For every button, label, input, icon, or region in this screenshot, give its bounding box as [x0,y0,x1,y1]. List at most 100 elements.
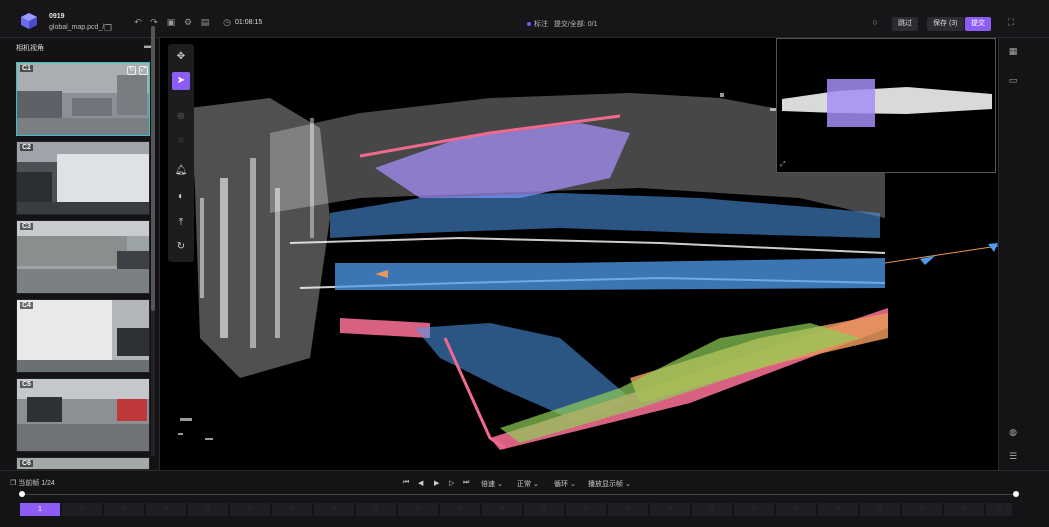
camera-c4-image [17,300,149,372]
timeline-end-handle[interactable] [1013,491,1019,497]
frame-cell[interactable]: ◌ [104,503,144,516]
camera-label: C4 [20,302,33,309]
frame-cell[interactable]: ◌ [188,503,228,516]
camera-thumb-c4[interactable]: C4 [16,299,150,373]
camera-thumb-c5[interactable]: C5 [16,378,150,452]
settings-gear-icon[interactable]: ⚙ [183,17,193,27]
contrast-icon[interactable]: ◐ [172,188,190,206]
expand-minimap-icon[interactable]: ⤢ [780,161,786,169]
camera-thumb-c6[interactable]: C6 [16,457,150,470]
loop-label: 循环 [554,481,568,488]
speed-label: 倍速 [481,481,495,488]
rotate-icon[interactable]: ↻ [127,66,136,75]
frame-value: 1/24 [41,480,55,487]
loop-select[interactable]: 循环 ⌄ [554,479,576,489]
frame-cell[interactable]: ◌ [146,503,186,516]
minimap-viewport[interactable] [827,79,875,127]
save-disk-icon[interactable]: ▣ [166,17,176,27]
frame-counter: ❐ 当前帧 1/24 [10,478,55,488]
frame-cell[interactable]: ◌ [608,503,648,516]
camera-c5-image [17,379,149,451]
document-icon[interactable]: ▤ [200,17,210,27]
status-dot-icon [527,22,531,27]
frame-cell[interactable]: ◌ [524,503,564,516]
frame-cell[interactable]: ◌ [734,503,774,516]
frame-cell[interactable]: ◌ [440,503,480,516]
frame-cell[interactable]: ◌ [356,503,396,516]
zoom-in-icon[interactable]: ⊕ [172,108,190,126]
skip-button[interactable]: 跳过 [892,17,918,31]
display-select[interactable]: 播放显示帧 ⌄ [588,479,631,489]
mode-select[interactable]: 正常 ⌄ [517,479,539,489]
display-label: 播放显示帧 [588,481,623,488]
status-label: 标注 [534,21,548,28]
timeline-start-handle[interactable] [19,491,25,497]
grid-icon[interactable]: ▦ [1007,45,1019,57]
monitor-icon[interactable]: ▭ [1007,74,1019,86]
camera-label: C2 [20,144,33,151]
select-arrow-icon[interactable]: ➤ [172,72,190,90]
progress-label: 提交/全部: [553,21,586,28]
rotate-3d-icon[interactable]: ✥ [172,48,190,66]
camera-label: C1 [20,65,33,72]
top-bar: 0919 global_map.pcd_/ ❐ ↶ ↷ ▣ ⚙ ▤ ◷ 01:0… [0,0,1049,38]
mode-label: 正常 [517,481,531,488]
timer: 01:08:15 [235,19,263,26]
submit-button[interactable]: 提交 [965,17,991,31]
refresh-icon[interactable]: ↻ [172,238,190,256]
frame-cell[interactable]: ◌ [902,503,942,516]
speed-select[interactable]: 倍速 ⌄ [481,479,503,489]
camera-label: C3 [20,223,33,230]
camera-scrollbar-thumb[interactable] [151,26,155,311]
camera-thumb-c1[interactable]: C1 ↻ ⤢ [16,62,150,136]
camera-thumb-c2[interactable]: C2 [16,141,150,215]
upload-icon[interactable]: ⤒ [172,214,190,232]
skip-start-icon[interactable]: ⏮ [403,479,409,487]
frame-cell[interactable]: ◌ [650,503,690,516]
frame-cell[interactable]: ◌ [314,503,354,516]
camera-label: C5 [20,381,33,388]
frame-cell[interactable]: ◌ [230,503,270,516]
fullscreen-icon[interactable]: ⛶ [1006,17,1016,27]
frame-cell[interactable]: ◌ [776,503,816,516]
progress-value: 0/1 [587,21,598,28]
frame-icon: ❐ [10,480,17,487]
zoom-out-icon[interactable]: ○ [172,132,190,150]
camera-c3-image [17,221,149,293]
frame-cell[interactable]: ◌ [692,503,732,516]
panel-title: 相机视角 [16,45,44,52]
palette-icon[interactable]: ◍ [1007,426,1019,438]
layers-icon[interactable]: ☰ [1007,450,1019,462]
frame-cell[interactable]: ◌ [398,503,438,516]
camera-label: C6 [20,460,33,467]
timeline-track[interactable] [22,494,1016,495]
save-button[interactable]: 保存 (3) [927,17,964,31]
frame-cell[interactable]: ◌ [62,503,102,516]
frame-strip: 1 ◌ ◌ ◌ ◌ ◌ ◌ ◌ ◌ ◌ ◌ ◌ ◌ ◌ ◌ ◌ ◌ ◌ ◌ ◌ … [20,503,1014,516]
bell-icon[interactable]: 🔔︎ [172,162,190,180]
frame-cell[interactable]: ◌ [860,503,900,516]
search-icon[interactable]: ○ [870,17,880,27]
expand-icon[interactable]: ⤢ [139,66,148,75]
undo-icon[interactable]: ↶ [133,17,143,27]
vertical-toolbar: ✥ ➤ ⊕ ○ 🔔︎ ◐ ⤒ ↻ [168,44,194,262]
camera-c6-image [17,458,149,469]
right-rail [998,38,1049,470]
frame-cell[interactable]: ◌ [818,503,858,516]
step-back-icon[interactable]: ◀ [418,479,423,487]
file-name: global_map.pcd_/ [49,24,105,31]
clock-icon: ◷ [223,17,231,27]
frame-cell[interactable]: ◌ [566,503,606,516]
frame-cell[interactable]: ◌ [986,503,1012,516]
frame-cell[interactable]: ◌ [272,503,312,516]
minimap[interactable]: ⤢ [776,38,996,173]
cube-logo-icon [21,13,37,29]
frame-cell[interactable]: ◌ [944,503,984,516]
step-forward-icon[interactable]: ▷ [449,479,454,487]
skip-end-icon[interactable]: ⏭ [463,479,469,487]
camera-thumb-c3[interactable]: C3 [16,220,150,294]
frame-cell-current[interactable]: 1 [20,503,60,516]
frame-cell[interactable]: ◌ [482,503,522,516]
copy-icon[interactable]: ❐ [103,23,113,33]
play-icon[interactable]: ▶ [434,479,439,487]
